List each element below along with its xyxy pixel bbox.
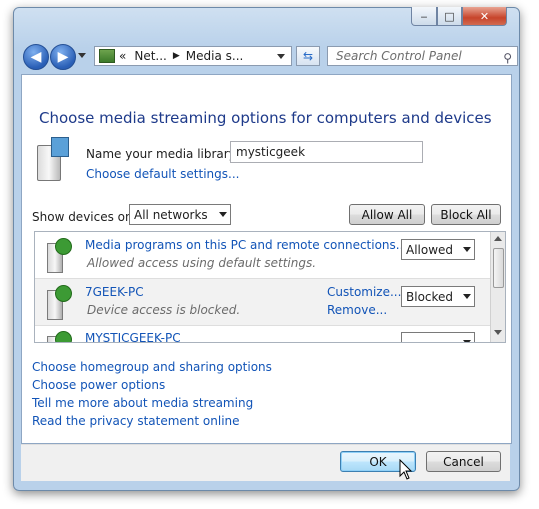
device-access-value: Blocked xyxy=(406,289,454,304)
search-input[interactable]: Search Control Panel ⚲ xyxy=(327,46,518,66)
chevron-down-icon xyxy=(463,294,471,299)
arrow-right-icon: ▶ xyxy=(57,49,69,65)
address-bar[interactable]: « Net... ▶ Media s... xyxy=(94,46,292,66)
device-name[interactable]: Media programs on this PC and remote con… xyxy=(85,238,407,252)
device-status: Device access is blocked. xyxy=(87,303,241,317)
customize-link[interactable]: Customize... xyxy=(327,285,401,299)
search-placeholder: Search Control Panel xyxy=(336,49,462,63)
device-access-dropdown[interactable]: Allowed xyxy=(401,239,475,260)
mouse-cursor-icon xyxy=(399,459,413,480)
recent-pages-dropdown[interactable] xyxy=(78,53,86,58)
device-access-value: Allowed xyxy=(406,242,454,257)
scroll-down-icon[interactable] xyxy=(494,330,502,335)
chevron-down-icon xyxy=(463,247,471,252)
device-name[interactable]: MYSTICGEEK-PC xyxy=(85,331,181,342)
arrow-left-icon: ◀ xyxy=(30,49,42,65)
device-status: Allowed access using default settings. xyxy=(87,256,317,270)
device-list-scrollbar[interactable] xyxy=(490,232,505,342)
device-row[interactable]: Media programs on this PC and remote con… xyxy=(35,232,491,278)
network-filter-dropdown[interactable]: All networks xyxy=(129,204,231,225)
media-device-icon xyxy=(45,237,72,273)
maximize-button[interactable]: □ xyxy=(437,7,462,26)
refresh-icon: ⇆ xyxy=(302,49,314,63)
dialog-footer: OK Cancel xyxy=(21,444,510,481)
content-panel: Choose media streaming options for compu… xyxy=(21,74,512,444)
media-server-icon xyxy=(37,137,71,181)
breadcrumb-network[interactable]: Net... xyxy=(134,49,167,63)
network-filter-value: All networks xyxy=(134,207,208,222)
choose-default-settings-link[interactable]: Choose default settings... xyxy=(86,167,239,181)
device-access-dropdown[interactable]: Blocked xyxy=(401,286,475,307)
device-name[interactable]: 7GEEK-PC xyxy=(85,285,144,299)
block-all-button[interactable]: Block All xyxy=(431,204,501,225)
chevron-down-icon xyxy=(219,212,227,217)
back-button[interactable]: ◀ xyxy=(23,44,49,70)
close-button[interactable]: ✕ xyxy=(462,7,507,26)
control-panel-icon xyxy=(99,49,115,63)
chevron-down-icon xyxy=(463,340,471,342)
remove-link[interactable]: Remove... xyxy=(327,303,387,317)
dialog-window: ‒ □ ✕ ◀ ▶ « Net... ▶ Media s... ⇆ Search… xyxy=(13,7,520,491)
media-device-icon xyxy=(45,284,72,320)
media-device-icon xyxy=(45,330,72,342)
library-name-value: mysticgeek xyxy=(236,145,306,159)
media-streaming-info-link[interactable]: Tell me more about media streaming xyxy=(32,396,253,410)
device-row[interactable]: MYSTICGEEK-PC xyxy=(35,325,491,342)
search-icon: ⚲ xyxy=(503,51,512,65)
scroll-up-icon[interactable] xyxy=(494,236,502,241)
page-title: Choose media streaming options for compu… xyxy=(39,109,492,127)
privacy-statement-link[interactable]: Read the privacy statement online xyxy=(32,414,240,428)
allow-all-button[interactable]: Allow All xyxy=(349,204,425,225)
library-name-label: Name your media library: xyxy=(86,147,239,161)
homegroup-sharing-link[interactable]: Choose homegroup and sharing options xyxy=(32,360,272,374)
address-dropdown-icon[interactable] xyxy=(277,54,285,59)
cancel-button[interactable]: Cancel xyxy=(426,451,501,472)
show-devices-label: Show devices on: xyxy=(32,210,137,224)
device-row[interactable]: 7GEEK-PC Device access is blocked. Custo… xyxy=(35,278,491,326)
device-list[interactable]: Media programs on this PC and remote con… xyxy=(34,231,506,343)
breadcrumb-separator-icon: ▶ xyxy=(172,51,180,61)
library-name-input[interactable]: mysticgeek xyxy=(230,141,423,163)
device-access-dropdown[interactable] xyxy=(401,332,475,342)
breadcrumb-overflow[interactable]: « xyxy=(119,49,126,63)
scroll-thumb[interactable] xyxy=(493,248,504,288)
power-options-link[interactable]: Choose power options xyxy=(32,378,165,392)
forward-button[interactable]: ▶ xyxy=(50,44,76,70)
refresh-button[interactable]: ⇆ xyxy=(296,46,320,66)
breadcrumb-media-streaming[interactable]: Media s... xyxy=(186,49,244,63)
minimize-button[interactable]: ‒ xyxy=(411,7,437,26)
